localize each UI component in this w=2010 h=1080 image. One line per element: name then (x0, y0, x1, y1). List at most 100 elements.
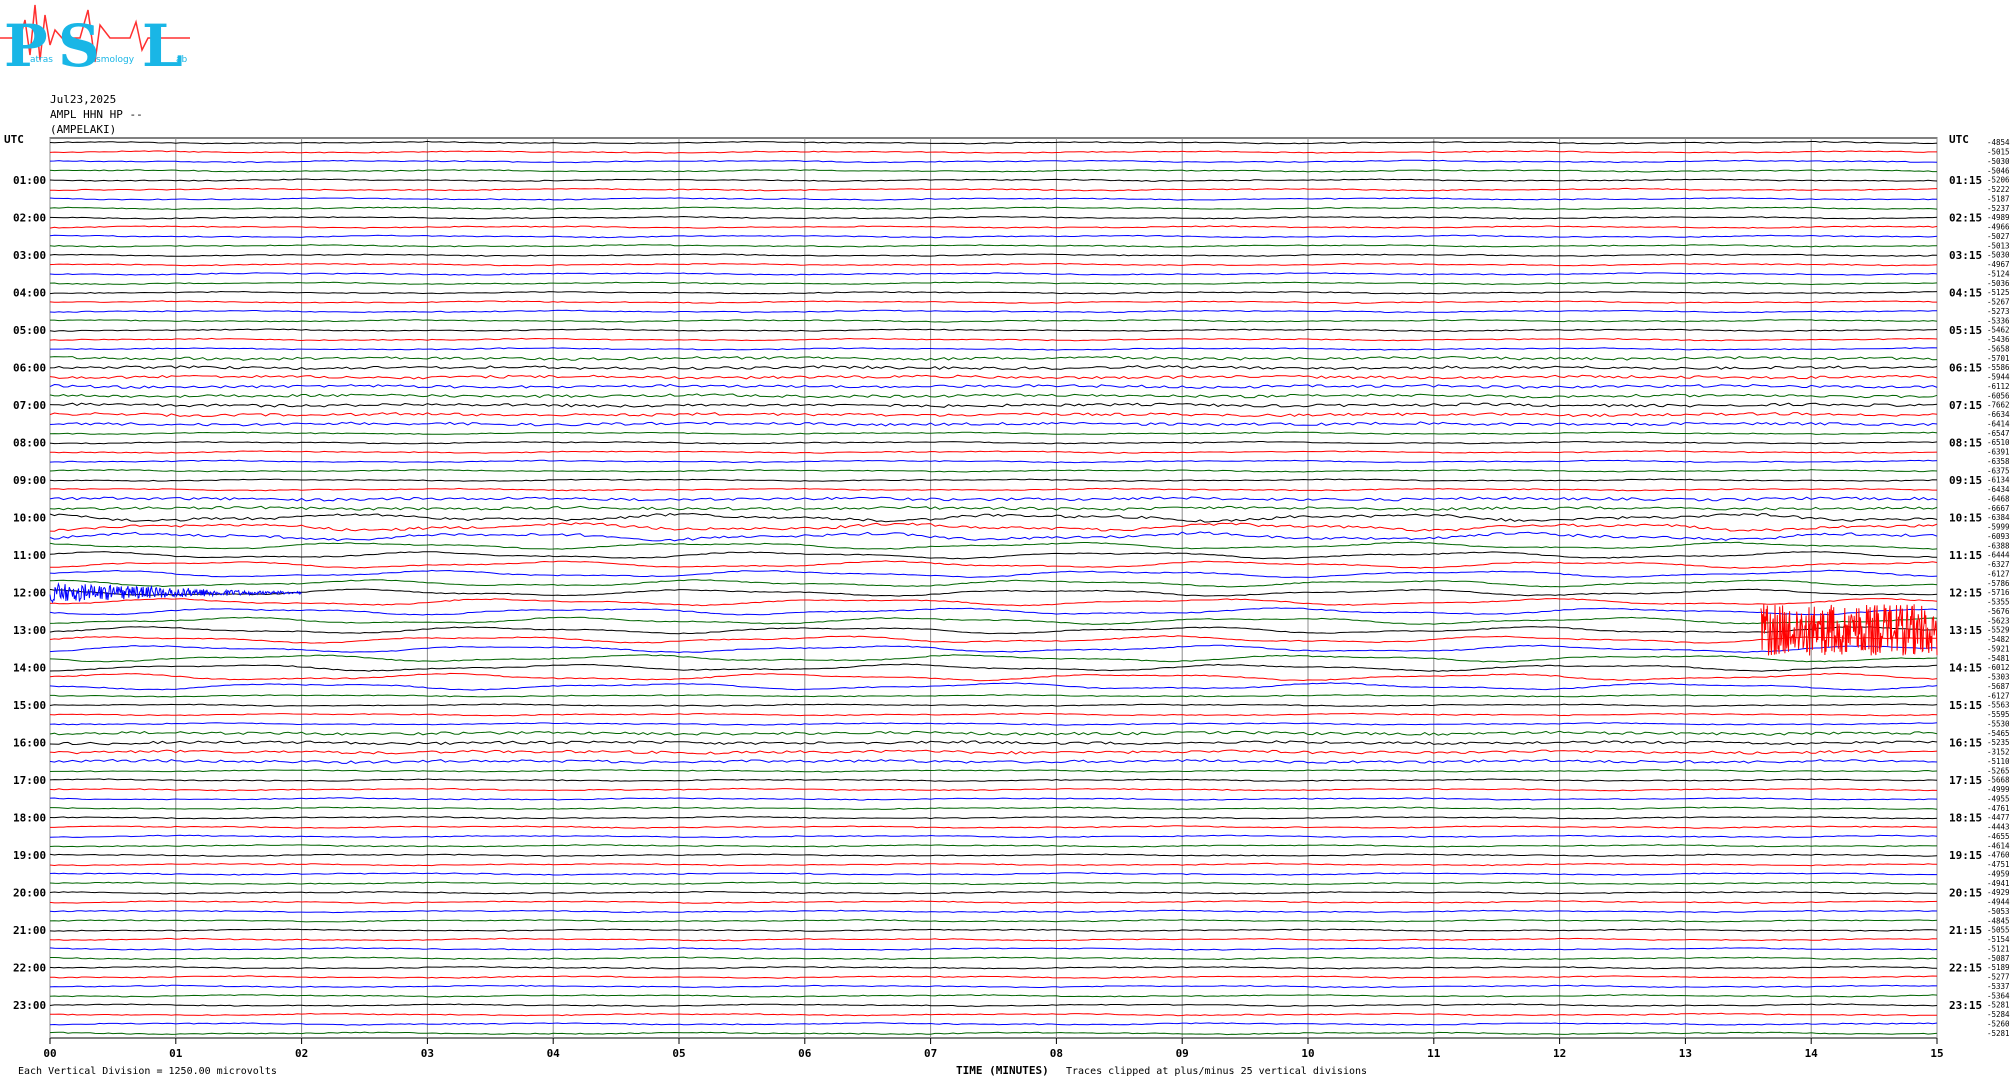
trace-baseline-value: -5046 (1987, 166, 2010, 175)
seismic-trace (49, 244, 1937, 248)
trace-baseline-value: -5999 (1987, 523, 2010, 532)
right-hour-label: 10:15 (1949, 512, 1982, 525)
right-hour-label: 02:15 (1949, 212, 1982, 225)
seismic-trace (49, 1012, 1937, 1017)
x-tick-label: 02 (295, 1047, 308, 1060)
right-hour-label: 07:15 (1949, 399, 1982, 412)
seismic-trace (49, 891, 1937, 895)
helicorder-chart: 00 01 02 03 04 05 06 07 08 09 10 11 12 13 14 15-4854-50… (4, 133, 2010, 1060)
trace-baseline-value: -6434 (1987, 485, 2010, 494)
trace-baseline-value: -5124 (1987, 269, 2010, 278)
scale-note: Each Vertical Division = 1250.00 microvo… (18, 1066, 277, 1077)
seismic-trace (50, 825, 1937, 829)
trace-baseline-value: -5013 (1987, 241, 2010, 250)
seismic-trace (49, 469, 1938, 473)
seismic-trace (49, 588, 1938, 597)
left-hour-label: 17:00 (13, 774, 46, 787)
left-hour-label: 03:00 (13, 249, 46, 262)
seismic-trace (49, 531, 1938, 542)
trace-baseline-value: -5465 (1987, 729, 2010, 738)
seismic-trace (49, 947, 1938, 951)
trace-baseline-value: -4854 (1987, 138, 2010, 147)
left-hour-label: 21:00 (13, 924, 46, 937)
trace-baseline-value: -5265 (1987, 766, 2010, 775)
right-hour-label: 20:15 (1949, 887, 1982, 900)
seismic-trace (49, 374, 1938, 380)
x-tick-label: 09 (1176, 1047, 1189, 1060)
seismic-trace (49, 730, 1938, 736)
seismic-trace (49, 478, 1938, 482)
seismic-trace (49, 928, 1938, 932)
x-tick-label: 00 (43, 1047, 56, 1060)
right-hour-label: 18:15 (1949, 812, 1982, 825)
right-axis-title: UTC (1949, 133, 1969, 146)
left-hour-label: 20:00 (13, 887, 46, 900)
trace-baseline-value: -5121 (1987, 944, 2010, 953)
right-hour-label: 09:15 (1949, 474, 1982, 487)
left-hour-label: 14:00 (13, 662, 46, 675)
left-axis-title: UTC (4, 133, 24, 146)
right-hour-label: 16:15 (1949, 737, 1982, 750)
x-tick-label: 08 (1050, 1047, 1063, 1060)
trace-baseline-value: -5563 (1987, 701, 2010, 710)
seismic-trace (49, 431, 1938, 435)
trace-baseline-value: -6414 (1987, 419, 2010, 428)
right-hour-label: 03:15 (1949, 249, 1982, 262)
trace-baseline-value: -6327 (1987, 560, 2010, 569)
left-hour-label: 02:00 (13, 212, 46, 225)
right-hour-label: 19:15 (1949, 849, 1982, 862)
right-hour-label: 06:15 (1949, 362, 1982, 375)
seismic-trace (49, 853, 1938, 857)
seismic-trace (49, 140, 1938, 145)
seismic-trace (49, 272, 1938, 276)
trace-baseline-value: -5277 (1987, 973, 2010, 982)
seismic-trace (50, 694, 1938, 698)
trace-baseline-value: -6358 (1987, 457, 2010, 466)
trace-baseline-value: -6391 (1987, 448, 2010, 457)
x-tick-label: 15 (1930, 1047, 1943, 1060)
right-hour-label: 17:15 (1949, 774, 1982, 787)
trace-baseline-value: -5030 (1987, 157, 2010, 166)
seismic-trace (49, 626, 1938, 635)
trace-baseline-value: -6375 (1987, 466, 2010, 475)
seismic-trace (49, 758, 1938, 764)
seismic-trace (49, 1003, 1938, 1007)
x-tick-label: 12 (1553, 1047, 1566, 1060)
trace-baseline-value: -5015 (1987, 148, 2010, 157)
seismic-trace (49, 787, 1938, 792)
x-tick-label: 07 (924, 1047, 937, 1060)
trace-baseline-value: -5595 (1987, 710, 2010, 719)
trace-baseline-value: -6093 (1987, 532, 2010, 541)
trace-baseline-value: -4989 (1987, 213, 2010, 222)
trace-baseline-value: -5036 (1987, 279, 2010, 288)
trace-baseline-value: -5364 (1987, 991, 2010, 1000)
trace-baseline-value: -6547 (1987, 429, 2010, 438)
trace-baseline-value: -5055 (1987, 926, 2010, 935)
seismic-trace (49, 909, 1938, 914)
seismic-trace (49, 225, 1938, 229)
trace-baseline-value: -5529 (1987, 626, 2010, 635)
left-hour-label: 10:00 (13, 512, 46, 525)
trace-baseline-value: -5154 (1987, 935, 2010, 944)
trace-baseline-value: -4477 (1987, 813, 2010, 822)
trace-baseline-value: -6127 (1987, 569, 2010, 578)
trace-baseline-value: -4944 (1987, 898, 2010, 907)
trace-baseline-value: -4760 (1987, 851, 2010, 860)
seismic-trace (49, 541, 1938, 550)
seismic-trace (49, 654, 1938, 663)
trace-baseline-value: -5701 (1987, 354, 2010, 363)
trace-baseline-value: -6056 (1987, 391, 2010, 400)
seismic-trace (50, 347, 1938, 351)
x-tick-label: 06 (798, 1047, 812, 1060)
seismic-trace (49, 262, 1938, 267)
right-hour-label: 01:15 (1949, 174, 1982, 187)
x-tick-label: 04 (547, 1047, 561, 1060)
seismic-trace (50, 956, 1938, 961)
trace-baseline-value: -4999 (1987, 785, 2010, 794)
trace-baseline-value: -5716 (1987, 588, 2010, 597)
right-hour-label: 21:15 (1949, 924, 1982, 937)
trace-baseline-value: -4761 (1987, 804, 2010, 813)
seismic-trace (49, 994, 1938, 998)
seismic-trace (49, 881, 1938, 886)
seismic-trace (49, 355, 1938, 361)
